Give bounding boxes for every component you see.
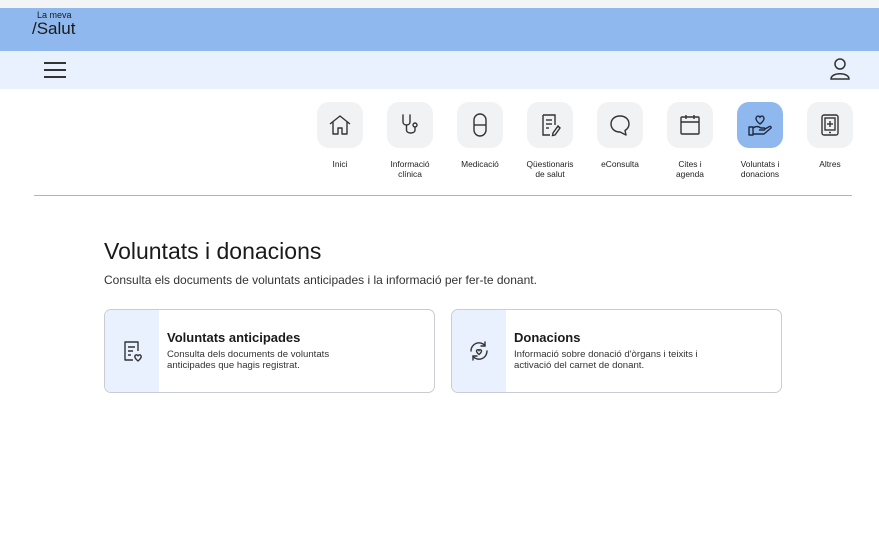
app-logo[interactable]: La meva /Salut [32,11,76,38]
nav-tile-voluntats-i-donacions[interactable]: Voluntats i donacions [725,102,795,179]
brand-bar [0,8,879,51]
nav-tile-altres[interactable]: Altres [795,102,865,169]
nav-tile-medicacio[interactable]: Medicació [445,102,515,169]
stethoscope-icon [387,102,433,148]
page-title: Voluntats i donacions [104,238,322,264]
calendar-icon [667,102,713,148]
nav-tile-informacio-clinica[interactable]: Informació clínica [375,102,445,179]
pill-icon [457,102,503,148]
top-strip [0,0,879,8]
card-description: Informació sobre donació d'òrgans i teix… [514,349,698,371]
home-icon [317,102,363,148]
hamburger-menu-icon[interactable] [44,60,66,80]
nav-tile-label: Informació clínica [390,159,430,179]
main-nav-tiles: Inici Informació clínica Medicació Qüest… [0,102,879,192]
card-title: Voluntats anticipades [167,330,301,345]
nav-bar [0,51,879,89]
logo-big-text: /Salut [32,19,76,38]
card-voluntats-anticipades[interactable]: Voluntats anticipades Consulta dels docu… [104,309,435,393]
nav-tile-label: Voluntats i donacions [740,159,780,179]
nav-tile-label: eConsulta [601,159,639,169]
card-donacions[interactable]: Donacions Informació sobre donació d'òrg… [451,309,782,393]
nav-tile-label: Cites i agenda [676,159,704,179]
section-divider [34,195,852,196]
nav-tile-label: Qüestionaris de salut [526,159,574,179]
document-heart-icon [105,310,159,392]
nav-tile-label: Inici [332,159,348,169]
page-subtitle: Consulta els documents de voluntats anti… [104,273,537,287]
card-description: Consulta dels documents de voluntats anti… [167,349,330,371]
user-profile-icon[interactable] [829,57,851,81]
nav-tile-cites-i-agenda[interactable]: Cites i agenda [655,102,725,179]
questionnaire-icon [527,102,573,148]
page: La meva /Salut Inici Informació clínica … [0,0,879,539]
tablet-plus-icon [807,102,853,148]
nav-tile-questionaris-de-salut[interactable]: Qüestionaris de salut [515,102,585,179]
card-title: Donacions [514,330,581,345]
nav-tile-econsulta[interactable]: eConsulta [585,102,655,169]
heart-cycle-icon [452,310,506,392]
nav-tile-label: Altres [819,159,841,169]
chat-bubble-icon [597,102,643,148]
nav-tile-label: Medicació [461,159,499,169]
hand-heart-icon [737,102,783,148]
nav-tile-inici[interactable]: Inici [305,102,375,169]
